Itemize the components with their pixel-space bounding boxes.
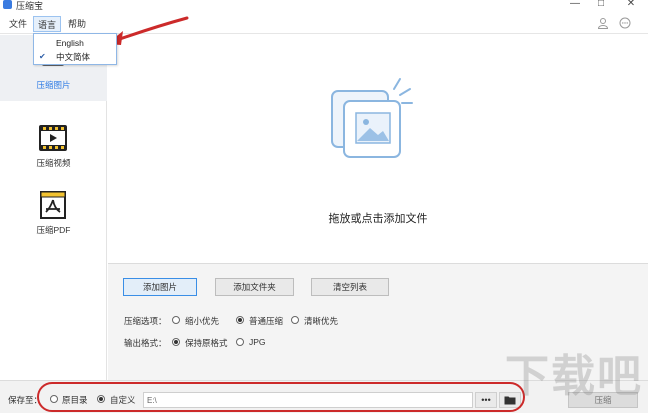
radio-label: 普通压缩 xyxy=(249,316,284,326)
radio-original-dir[interactable] xyxy=(50,395,58,403)
minimize-button[interactable]: — xyxy=(565,0,585,10)
file-drop-zone[interactable]: 拖放或点击添加文件 xyxy=(108,35,648,263)
radio-label: 保持原格式 xyxy=(185,338,228,348)
menu-file[interactable]: 文件 xyxy=(5,16,31,32)
radio-label: 自定义 xyxy=(110,395,136,405)
output-format-label: 输出格式： xyxy=(124,338,167,348)
drop-zone-label: 拖放或点击添加文件 xyxy=(328,213,428,225)
clear-list-button[interactable]: 清空列表 xyxy=(311,278,389,296)
chat-icon[interactable] xyxy=(619,17,631,29)
check-icon: ✔ xyxy=(39,52,46,61)
pdf-icon xyxy=(40,191,66,219)
menu-bar: 文件 语言 帮助 xyxy=(0,12,648,34)
radio-normal-compress[interactable] xyxy=(236,316,244,324)
sidebar-item-label: 压缩视频 xyxy=(36,158,71,168)
radio-keep-format[interactable] xyxy=(172,338,180,346)
radio-custom-dir[interactable] xyxy=(97,395,105,403)
user-icon[interactable] xyxy=(597,17,609,29)
language-dropdown: English ✔ 中文简体 xyxy=(33,33,117,65)
app-logo-icon xyxy=(3,0,12,9)
video-icon xyxy=(39,125,67,151)
add-images-button[interactable]: 添加图片 xyxy=(123,278,197,296)
sidebar-item-label: 压缩PDF xyxy=(36,225,71,235)
menu-help[interactable]: 帮助 xyxy=(64,16,90,32)
language-option-english[interactable]: English xyxy=(34,36,116,50)
radio-label: 原目录 xyxy=(62,395,88,405)
sidebar-item-compress-video[interactable]: 压缩视频 xyxy=(0,113,107,179)
menu-language[interactable]: 语言 xyxy=(33,16,62,32)
add-folder-button[interactable]: 添加文件夹 xyxy=(215,278,294,296)
sidebar: 压缩图片 压缩视频 压缩PDF xyxy=(0,35,107,380)
radio-size-priority[interactable] xyxy=(172,316,180,324)
close-button[interactable]: ✕ xyxy=(621,0,641,10)
window-title: 压缩宝 xyxy=(16,1,44,11)
radio-clarity-priority[interactable] xyxy=(291,316,299,324)
radio-label: JPG xyxy=(249,337,266,347)
sidebar-item-compress-pdf[interactable]: 压缩PDF xyxy=(0,180,107,246)
watermark-logo: 下载吧 xyxy=(505,352,643,401)
title-bar: 压缩宝 — □ ✕ xyxy=(0,0,648,12)
radio-label: 缩小优先 xyxy=(185,316,220,326)
maximize-button[interactable]: □ xyxy=(591,0,611,10)
sidebar-item-label: 压缩图片 xyxy=(36,80,71,90)
compress-options-label: 压缩选项： xyxy=(124,316,167,326)
radio-label: 清晰优先 xyxy=(304,316,339,326)
language-option-chinese[interactable]: ✔ 中文简体 xyxy=(34,50,116,64)
browse-button[interactable]: ••• xyxy=(475,392,497,408)
language-option-label: 中文简体 xyxy=(56,52,91,62)
add-images-illustration-icon xyxy=(331,78,413,158)
save-path-input[interactable] xyxy=(143,392,473,408)
language-option-label: English xyxy=(56,38,84,48)
radio-jpg[interactable] xyxy=(236,338,244,346)
save-to-label: 保存至： xyxy=(8,395,43,405)
